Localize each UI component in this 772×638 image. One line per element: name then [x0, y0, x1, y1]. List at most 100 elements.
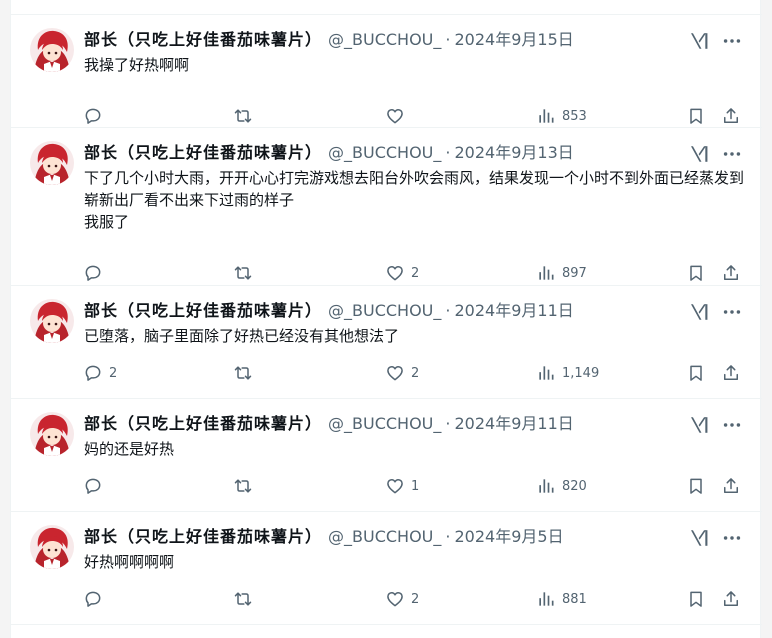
- views-button[interactable]: 881: [536, 587, 587, 611]
- handle[interactable]: @_BUCCHOU_: [328, 527, 441, 546]
- views-icon: [539, 109, 554, 123]
- more-icon[interactable]: [721, 30, 743, 52]
- views-button[interactable]: 853: [536, 104, 587, 128]
- heart-icon: [387, 479, 403, 494]
- display-name[interactable]: 部长（只吃上好佳番茄味薯片）: [84, 143, 322, 162]
- avatar[interactable]: [30, 299, 74, 343]
- action-bar: 853: [83, 104, 743, 128]
- tweet[interactable]: 部长（只吃上好佳番茄味薯片） @_BUCCHOU_ · 2024年9月11日 已堕落，…: [11, 285, 762, 398]
- tweet-header: 部长（只吃上好佳番茄味薯片） @_BUCCHOU_ · 2024年9月15日: [84, 29, 574, 51]
- views-icon: [539, 592, 554, 606]
- retweet-button[interactable]: [233, 474, 259, 498]
- like-button[interactable]: 2: [385, 361, 419, 385]
- share-button[interactable]: [721, 104, 741, 128]
- bookmark-button[interactable]: [686, 474, 706, 498]
- grok-icon[interactable]: [689, 527, 711, 549]
- views-icon: [539, 479, 554, 493]
- avatar[interactable]: [30, 412, 74, 456]
- bookmark-button[interactable]: [686, 361, 706, 385]
- view-count: 1,149: [562, 365, 600, 381]
- more-icon[interactable]: [721, 143, 743, 165]
- handle[interactable]: @_BUCCHOU_: [328, 30, 441, 49]
- views-button[interactable]: 820: [536, 474, 587, 498]
- views-button[interactable]: 897: [536, 261, 587, 285]
- like-button[interactable]: 2: [385, 261, 419, 285]
- reply-icon: [85, 365, 101, 381]
- tweet[interactable]: 部长（只吃上好佳番茄味薯片） @_BUCCHOU_ · 2024年9月11日 妈的还是…: [11, 398, 762, 511]
- view-count: 881: [562, 591, 587, 607]
- avatar[interactable]: [30, 141, 74, 185]
- display-name[interactable]: 部长（只吃上好佳番茄味薯片）: [84, 527, 322, 546]
- retweet-icon: [234, 266, 252, 280]
- retweet-icon: [234, 479, 252, 493]
- bookmark-icon: [690, 108, 702, 124]
- grok-icon[interactable]: [689, 301, 711, 323]
- reply-button[interactable]: [83, 261, 109, 285]
- retweet-button[interactable]: [233, 104, 259, 128]
- action-bar: 1 820: [83, 474, 743, 498]
- bookmark-button[interactable]: [686, 104, 706, 128]
- like-count: 2: [411, 365, 420, 381]
- reply-button[interactable]: [83, 474, 109, 498]
- reply-icon: [85, 591, 101, 607]
- reply-icon: [85, 265, 101, 281]
- share-button[interactable]: [721, 587, 741, 611]
- bookmark-icon: [690, 365, 702, 381]
- share-button[interactable]: [721, 261, 741, 285]
- timestamp[interactable]: 2024年9月13日: [454, 143, 573, 162]
- tweet[interactable]: 部长（只吃上好佳番茄味薯片） @_BUCCHOU_ · 2024年9月5日 好热啊啊啊…: [11, 511, 762, 624]
- timestamp[interactable]: 2024年9月5日: [454, 527, 563, 546]
- handle[interactable]: @_BUCCHOU_: [328, 414, 441, 433]
- tweet-feed: 部长（只吃上好佳番茄味薯片） @_BUCCHOU_ · 2024年9月15日 我操了好…: [10, 0, 762, 638]
- reply-button[interactable]: [83, 104, 109, 128]
- display-name[interactable]: 部长（只吃上好佳番茄味薯片）: [84, 414, 322, 433]
- heart-icon: [387, 366, 403, 381]
- timeline: 部长（只吃上好佳番茄味薯片） @_BUCCHOU_ · 2024年9月15日 我操了好…: [0, 0, 772, 638]
- share-button[interactable]: [721, 361, 741, 385]
- more-icon[interactable]: [721, 414, 743, 436]
- tweet[interactable]: 部长（只吃上好佳番茄味薯片） @_BUCCHOU_ · 2024年9月15日 我操了好…: [11, 14, 762, 127]
- more-icon[interactable]: [721, 301, 743, 323]
- reply-button[interactable]: 2: [83, 361, 117, 385]
- retweet-button[interactable]: [233, 587, 259, 611]
- handle[interactable]: @_BUCCHOU_: [328, 143, 441, 162]
- bookmark-button[interactable]: [686, 261, 706, 285]
- action-bar: 2 2 1,149: [83, 361, 743, 385]
- share-icon: [724, 478, 738, 493]
- tweet[interactable]: 部长（只吃上好佳番茄味薯片） @_BUCCHOU_ · 2024年9月13日 下了几个…: [11, 127, 762, 285]
- separator-dot: ·: [445, 527, 451, 546]
- share-icon: [724, 591, 738, 606]
- display-name[interactable]: 部长（只吃上好佳番茄味薯片）: [84, 301, 322, 320]
- tweet-header: 部长（只吃上好佳番茄味薯片） @_BUCCHOU_ · 2024年9月13日: [84, 142, 574, 164]
- like-button[interactable]: 2: [385, 587, 419, 611]
- share-button[interactable]: [721, 474, 741, 498]
- retweet-button[interactable]: [233, 261, 259, 285]
- avatar[interactable]: [30, 525, 74, 569]
- separator-dot: ·: [445, 30, 451, 49]
- heart-icon: [387, 592, 403, 607]
- display-name[interactable]: 部长（只吃上好佳番茄味薯片）: [84, 30, 322, 49]
- retweet-icon: [234, 592, 252, 606]
- avatar[interactable]: [30, 28, 74, 72]
- retweet-button[interactable]: [233, 361, 259, 385]
- bookmark-button[interactable]: [686, 587, 706, 611]
- grok-icon[interactable]: [689, 414, 711, 436]
- separator-dot: ·: [445, 414, 451, 433]
- grok-icon[interactable]: [689, 143, 711, 165]
- more-icon[interactable]: [721, 527, 743, 549]
- like-button[interactable]: [385, 104, 411, 128]
- share-icon: [724, 365, 738, 380]
- right-gutter: [761, 0, 772, 638]
- views-button[interactable]: 1,149: [536, 361, 599, 385]
- like-button[interactable]: 1: [385, 474, 419, 498]
- timestamp[interactable]: 2024年9月15日: [454, 30, 573, 49]
- tweet-text: 妈的还是好热: [84, 440, 175, 458]
- reply-button[interactable]: [83, 587, 109, 611]
- share-icon: [724, 265, 738, 280]
- grok-icon[interactable]: [689, 30, 711, 52]
- view-count: 897: [562, 265, 587, 281]
- timestamp[interactable]: 2024年9月11日: [454, 301, 573, 320]
- bookmark-icon: [690, 591, 702, 607]
- timestamp[interactable]: 2024年9月11日: [454, 414, 573, 433]
- handle[interactable]: @_BUCCHOU_: [328, 301, 441, 320]
